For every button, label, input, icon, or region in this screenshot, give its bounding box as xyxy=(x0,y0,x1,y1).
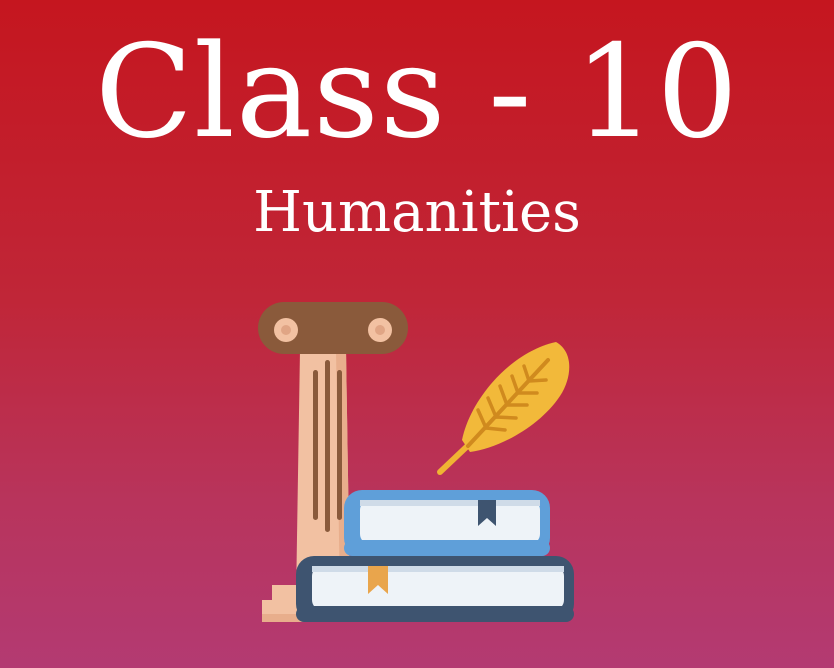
course-card[interactable]: Class - 10 Humanities xyxy=(0,0,834,668)
wheat-quill-icon xyxy=(437,342,570,475)
card-subtitle: Humanities xyxy=(253,180,581,245)
humanities-illustration xyxy=(258,302,574,622)
card-title: Class - 10 xyxy=(94,18,740,167)
